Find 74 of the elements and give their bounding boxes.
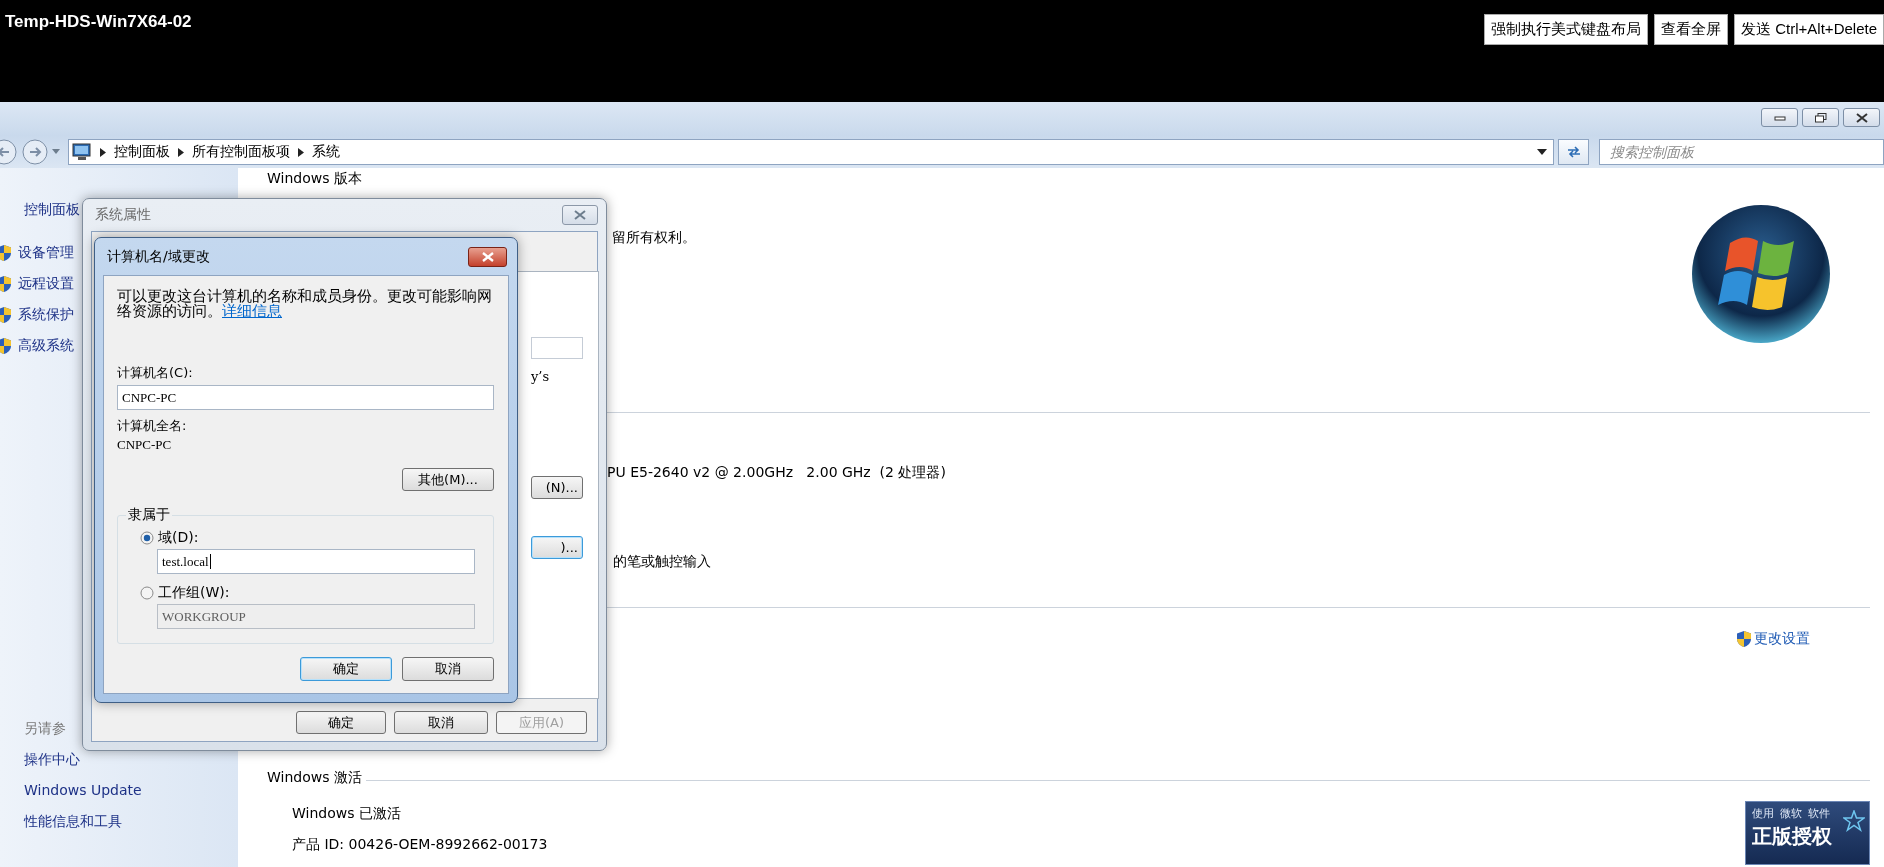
toolbar-button[interactable]: 查看全屏	[1654, 14, 1729, 45]
close-button[interactable]	[1843, 108, 1880, 127]
sidebar-link[interactable]: Windows Update	[0, 775, 238, 806]
sidebar-link[interactable]: 高级系统	[18, 330, 74, 361]
logo-icon	[1690, 203, 1832, 345]
dialog-button[interactable]: 取消	[394, 711, 488, 734]
close-button[interactable]	[468, 246, 507, 267]
section-heading: 另请参	[23, 719, 67, 738]
field-label: 计算机名(C):	[117, 365, 194, 381]
close-icon	[1855, 112, 1868, 123]
text-field[interactable]	[531, 337, 583, 359]
more-button[interactable]: 其他(M)...	[402, 468, 494, 491]
dialog-button[interactable]: 取消	[402, 657, 494, 681]
arrow-icon	[298, 147, 304, 157]
restore-icon	[1814, 112, 1827, 123]
breadcrumb-item[interactable]: 系统	[312, 143, 340, 161]
minimize-icon	[1773, 114, 1786, 121]
dropdown-icon[interactable]	[1537, 149, 1547, 155]
sidebar-link[interactable]: 设备管理	[18, 237, 74, 268]
computer-name-field[interactable]: CNPC-PC	[117, 385, 494, 410]
dialog-button[interactable]: 确定	[296, 711, 386, 734]
copyright-text: 留所有权利。	[612, 229, 696, 247]
badge-caption: 微软	[1780, 806, 1802, 821]
sidebar-link[interactable]: 远程设置	[18, 268, 74, 299]
sidebar-link[interactable]: 系统保护	[18, 299, 74, 330]
dialog-button[interactable]: )...	[531, 536, 583, 559]
arrow-icon	[178, 147, 184, 157]
session-title: Temp-HDS-Win7X64-02	[5, 12, 192, 32]
breadcrumb-item[interactable]: 所有控制面板项	[192, 143, 290, 161]
badge-caption: 软件	[1808, 806, 1830, 821]
restore-button[interactable]	[1802, 108, 1839, 127]
pen-text: 的笔或触控输入	[613, 553, 712, 569]
refresh-button[interactable]	[1558, 139, 1589, 165]
refresh-icon	[1565, 145, 1582, 159]
shield-icon	[1736, 630, 1752, 648]
product-id: 产品 ID: 00426-OEM-8992662-00173	[292, 836, 548, 852]
badge-title: 正版授权	[1752, 823, 1833, 850]
close-icon	[481, 251, 494, 262]
shield-icon	[0, 305, 12, 324]
radio-label: 工作组(W):	[158, 584, 230, 602]
forward-button[interactable]	[22, 138, 48, 166]
section-heading: Windows 激活	[267, 768, 362, 787]
activation-status: Windows 已激活	[292, 805, 402, 821]
full-name-text: CNPC-PC	[117, 437, 173, 453]
dialog-button[interactable]: 确定	[300, 657, 392, 681]
toolbar-button[interactable]: 发送 Ctrl+Alt+Delete	[1734, 14, 1884, 45]
details-link[interactable]: 详细信息	[222, 303, 282, 319]
description-text: 可以更改这台计算机的名称和成员身份。更改可能影响网络资源的访问。详细信息	[117, 289, 493, 319]
radio-button[interactable]	[140, 531, 154, 545]
label-text: y’s	[531, 369, 551, 385]
text-field[interactable]: test.local	[157, 549, 475, 574]
sidebar-link[interactable]: 性能信息和工具	[0, 806, 238, 837]
field-label: 计算机全名:	[117, 418, 188, 434]
dialog-title: 系统属性	[95, 206, 151, 224]
back-button[interactable]	[0, 138, 18, 166]
badge-caption: 使用	[1752, 806, 1774, 821]
computer-icon	[72, 143, 92, 161]
address-field[interactable]: 控制面板 所有控制面板项 系统	[68, 139, 1554, 165]
dialog-button[interactable]: (N)...	[531, 476, 583, 499]
shield-icon	[0, 243, 12, 262]
processor-text: PU E5-2640 v2 @ 2.00GHz 2.00 GHz (2 处理器)	[607, 464, 947, 480]
star-icon	[1843, 810, 1865, 832]
group-legend: 隶属于	[126, 506, 172, 524]
radio-label: 域(D):	[158, 529, 199, 547]
section-heading: Windows 版本	[267, 169, 363, 188]
shield-icon	[0, 274, 12, 293]
dialog-title: 计算机名/域更改	[107, 247, 210, 266]
toolbar-button[interactable]: 强制执行美式键盘布局	[1484, 14, 1649, 45]
arrow-icon	[100, 147, 106, 157]
close-icon	[574, 210, 586, 220]
change-settings-link[interactable]: 更改设置	[1736, 630, 1810, 648]
search-field[interactable]: 搜索控制面板	[1599, 139, 1884, 165]
shield-icon	[0, 336, 12, 355]
breadcrumb-item[interactable]: 控制面板	[114, 143, 170, 161]
